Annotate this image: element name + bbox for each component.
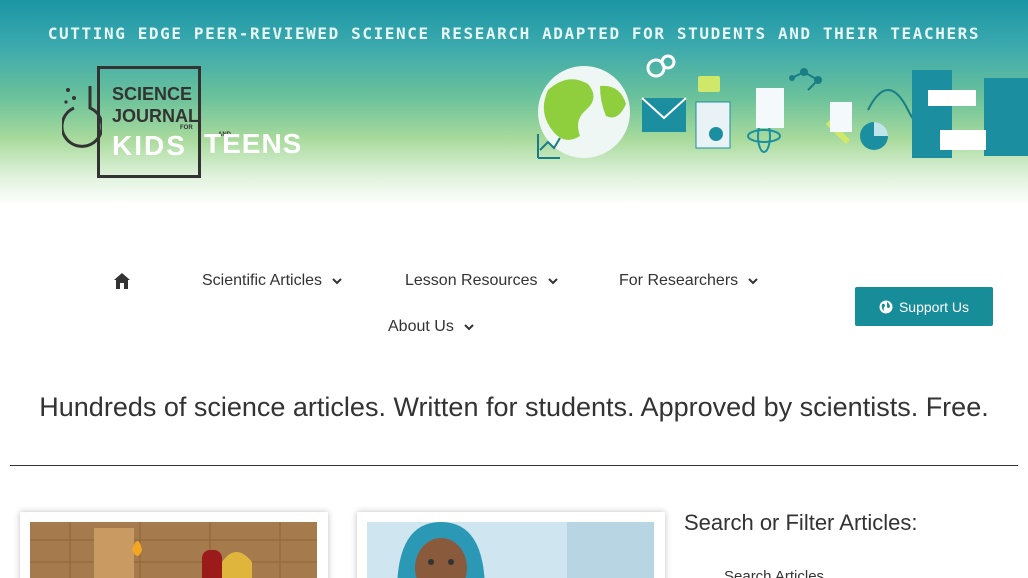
logo-teens: TEENS bbox=[204, 128, 303, 159]
chat-icon bbox=[698, 76, 720, 92]
sidebar-title: Search or Filter Articles: bbox=[684, 510, 918, 535]
logo-science: SCIENCE bbox=[112, 84, 193, 104]
nav-label: About Us bbox=[388, 318, 454, 335]
chevron-down-icon bbox=[464, 324, 474, 331]
gear-icon bbox=[646, 54, 676, 78]
support-us-button[interactable]: Support Us bbox=[855, 287, 993, 326]
science-illustration bbox=[537, 54, 1028, 159]
chevron-down-icon bbox=[748, 278, 758, 285]
nav-label: For Researchers bbox=[619, 272, 739, 289]
flask-icon bbox=[62, 86, 102, 148]
nav-scientific-articles[interactable]: Scientific Articles bbox=[202, 272, 342, 290]
pie-icon bbox=[860, 122, 888, 150]
divider bbox=[10, 465, 1018, 466]
logo-journal: JOURNAL bbox=[112, 106, 200, 126]
globe-icon bbox=[879, 300, 893, 313]
support-us-label: Support Us bbox=[898, 298, 970, 315]
document-icon bbox=[695, 101, 731, 149]
globe-illustration bbox=[538, 66, 630, 158]
nav-for-researchers[interactable]: For Researchers bbox=[619, 272, 758, 290]
article-thumbnail bbox=[30, 522, 317, 578]
paper-icon bbox=[756, 88, 784, 128]
header-banner: CUTTING EDGE PEER-REVIEWED SCIENCE RESEA… bbox=[0, 0, 1028, 205]
molecule-icon bbox=[789, 68, 822, 91]
logo-kids: KIDS bbox=[112, 130, 187, 161]
chevron-down-icon bbox=[547, 278, 558, 285]
site-logo[interactable]: SCIENCE JOURNAL FOR KIDS AND TEENS bbox=[62, 66, 301, 180]
article-card[interactable] bbox=[20, 512, 328, 578]
home-icon[interactable] bbox=[113, 272, 131, 290]
tube-icon bbox=[825, 102, 852, 145]
nav-about-us[interactable]: About Us bbox=[388, 318, 474, 336]
chevron-down-icon bbox=[332, 278, 342, 285]
search-articles-label: Search Articles bbox=[724, 568, 825, 578]
article-thumbnail bbox=[367, 522, 654, 578]
envelope-icon bbox=[641, 97, 687, 132]
article-card[interactable] bbox=[357, 512, 665, 578]
nav-label: Scientific Articles bbox=[202, 272, 323, 289]
nav-lesson-resources[interactable]: Lesson Resources bbox=[405, 272, 558, 290]
tagline: CUTTING EDGE PEER-REVIEWED SCIENCE RESEA… bbox=[47, 24, 981, 43]
page-headline: Hundreds of science articles. Written fo… bbox=[39, 392, 989, 422]
nav-label: Lesson Resources bbox=[405, 272, 538, 289]
